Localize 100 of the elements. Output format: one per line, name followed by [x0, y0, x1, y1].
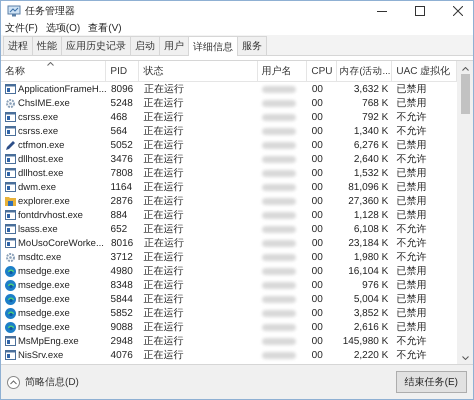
menu-item[interactable]: 文件(F) — [5, 20, 38, 34]
status-cell-text: 正在运行 — [142, 180, 184, 194]
tab[interactable]: 详细信息 — [188, 36, 238, 56]
status-cell-text: 正在运行 — [142, 96, 184, 110]
cpu-cell-text: 00 — [310, 124, 324, 138]
memory-cell-text: 976 K — [361, 278, 390, 292]
memory-cell-text: 27,360 K — [347, 194, 390, 208]
redacted-username — [262, 198, 296, 204]
end-task-button[interactable]: 结束任务(E) — [396, 371, 467, 393]
close-icon[interactable] — [453, 6, 463, 16]
status-cell-text: 正在运行 — [142, 278, 184, 292]
redacted-username — [262, 296, 296, 302]
redacted-username — [262, 226, 296, 232]
cpu-cell-text: 00 — [310, 166, 324, 180]
cpu-cell-text: 00 — [310, 334, 324, 348]
memory-cell-text: 23,184 K — [347, 236, 390, 250]
process-name: msedge.exe — [18, 294, 70, 304]
redacted-username — [262, 282, 296, 288]
column-header[interactable]: 用户名 — [258, 61, 308, 81]
tab[interactable]: 进程 — [3, 36, 33, 55]
collapse-icon[interactable] — [7, 376, 20, 388]
redacted-username — [262, 240, 296, 246]
process-name: MsMpEng.exe — [18, 336, 79, 346]
memory-cell-text: 1,340 K — [352, 124, 390, 138]
status-cell-text: 正在运行 — [142, 250, 184, 264]
process-name: dllhost.exe — [18, 154, 64, 164]
cpu-cell-text: 00 — [310, 138, 324, 152]
pid-cell-text: 5844 — [110, 292, 134, 306]
scrollbar-thumb[interactable] — [460, 74, 470, 114]
column-header[interactable]: PID — [106, 61, 140, 81]
uac-cell-text: 已禁用 — [395, 292, 428, 306]
cpu-cell-text: 00 — [310, 264, 324, 278]
uac-cell-text: 已禁用 — [395, 138, 428, 152]
cpu-cell-text: 00 — [310, 250, 324, 264]
window-icon — [5, 182, 16, 192]
uac-cell-text: 已禁用 — [395, 180, 428, 194]
redacted-username — [262, 212, 296, 218]
pid-cell-text: 4980 — [110, 264, 134, 278]
cpu-cell-text: 00 — [310, 306, 324, 320]
memory-cell-text: 3,632 K — [352, 82, 390, 96]
memory-cell-text: 2,640 K — [352, 152, 390, 166]
gear-icon — [5, 252, 16, 262]
column-header[interactable]: 内存(活动... — [337, 61, 392, 81]
redacted-username — [262, 338, 296, 344]
scroll-down-icon[interactable] — [462, 356, 468, 360]
window-icon — [5, 154, 16, 164]
memory-cell-text: 16,104 K — [347, 264, 390, 278]
cpu-cell-text: 00 — [310, 320, 324, 334]
column-header[interactable]: CPU — [307, 61, 338, 81]
pid-cell-text: 5852 — [110, 306, 134, 320]
process-name: msdtc.exe — [18, 252, 62, 262]
pid-cell-text: 8016 — [110, 236, 134, 250]
cpu-cell-text: 00 — [310, 348, 324, 362]
tab[interactable]: 服务 — [237, 36, 267, 55]
maximize-icon[interactable] — [415, 6, 425, 16]
uac-cell-text: 不允许 — [395, 222, 428, 236]
process-name: explorer.exe — [18, 196, 70, 206]
menu-item[interactable]: 选项(O) — [46, 20, 80, 34]
scrollbar[interactable] — [457, 61, 473, 364]
uac-cell-text: 已禁用 — [395, 208, 428, 222]
pid-cell-text: 468 — [110, 110, 128, 124]
pid-cell-text: 4076 — [110, 348, 134, 362]
status-cell-text: 正在运行 — [142, 152, 184, 166]
memory-cell-text: 81,096 K — [347, 180, 390, 194]
redacted-username — [262, 254, 296, 260]
column-header[interactable]: 状态 — [139, 61, 258, 81]
uac-cell-text: 已禁用 — [395, 278, 428, 292]
window-icon — [5, 238, 16, 248]
status-cell-text: 正在运行 — [142, 166, 184, 180]
uac-cell-text: 已禁用 — [395, 82, 428, 96]
fewer-details-link[interactable]: 简略信息(D) — [25, 375, 79, 389]
cpu-cell-text: 00 — [310, 82, 324, 96]
status-cell-text: 正在运行 — [142, 82, 185, 96]
cpu-cell-text: 00 — [310, 208, 324, 222]
redacted-username — [262, 268, 296, 274]
status-cell-text: 正在运行 — [142, 194, 184, 208]
uac-cell-text: 不允许 — [395, 236, 428, 250]
memory-cell-text: 792 K — [361, 110, 390, 124]
redacted-username — [262, 352, 296, 358]
status-cell-text: 正在运行 — [142, 264, 184, 278]
process-name: ctfmon.exe — [18, 140, 64, 150]
scroll-up-icon[interactable] — [462, 67, 468, 71]
process-name: csrss.exe — [18, 112, 58, 122]
uac-cell-text: 不允许 — [395, 250, 428, 264]
window-icon — [5, 112, 16, 122]
cpu-cell-text: 00 — [310, 180, 324, 194]
menu-item[interactable]: 查看(V) — [88, 20, 122, 34]
window-icon — [5, 168, 16, 178]
pid-cell-text: 5248 — [110, 96, 134, 110]
status-cell-text: 正在运行 — [142, 124, 184, 138]
gear-icon — [5, 98, 16, 108]
pid-cell-text: 9088 — [110, 320, 134, 334]
column-header[interactable]: 名称 — [1, 61, 106, 81]
process-name: dllhost.exe — [18, 168, 64, 178]
cpu-cell-text: 00 — [310, 222, 324, 236]
swirl-icon — [5, 266, 16, 276]
status-cell-text: 正在运行 — [142, 138, 184, 152]
uac-cell-text: 已禁用 — [395, 166, 428, 180]
process-name: fontdrvhost.exe — [18, 210, 83, 220]
pid-cell-text: 5052 — [110, 138, 134, 152]
